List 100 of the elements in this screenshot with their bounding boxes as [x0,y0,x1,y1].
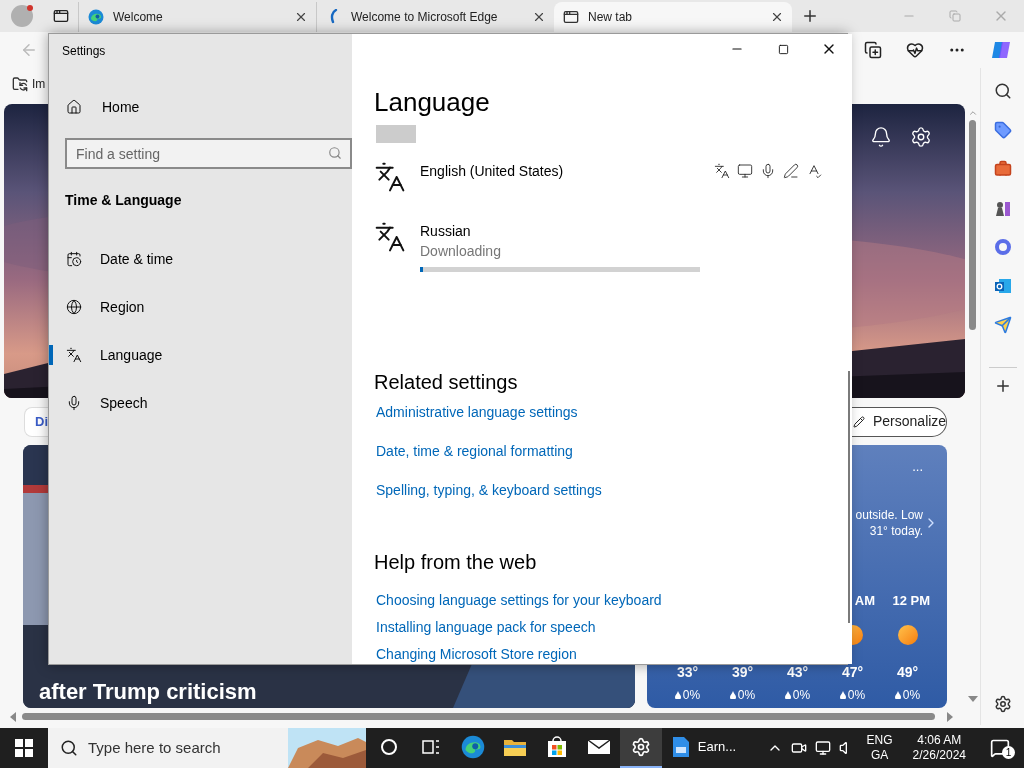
chip[interactable]: Di [24,406,48,437]
language-status: Downloading [420,242,502,261]
chess-pieces-icon[interactable] [993,199,1012,217]
copilot-icon[interactable] [990,39,1012,61]
edge-logo-icon [88,9,104,25]
profile-avatar[interactable] [11,5,33,27]
ring-logo-icon[interactable] [993,238,1012,256]
tab-actions-icon[interactable] [53,8,69,24]
tag-icon[interactable] [993,121,1012,139]
taskbar-icon[interactable] [620,728,662,768]
section-heading: Related settings [374,370,519,395]
personalize-button[interactable]: Personalize [851,406,947,437]
link[interactable]: Choosing language settings for your keyboard [376,590,662,610]
precipitation: 0% [792,687,811,703]
network-icon[interactable] [814,740,831,756]
input-language[interactable]: ENG GA [862,733,897,763]
link[interactable]: Administrative language settings [376,402,578,422]
nav-item[interactable]: Speech [49,379,352,427]
collections-icon[interactable] [864,41,882,59]
tab-title: Welcome to Microsoft Edge [351,9,499,26]
pencil-icon [853,415,865,428]
temperature: 39° [731,663,754,681]
new-tab-icon[interactable] [801,7,819,25]
search-icon[interactable] [993,82,1012,100]
scrollbar-thumb[interactable] [969,120,976,330]
raindrop-icon [894,691,901,699]
scroll-right-icon[interactable] [947,711,953,722]
raindrop-icon [729,691,736,699]
maximize-icon[interactable] [777,43,789,55]
search-icon [328,146,342,160]
language-icon [66,347,82,363]
favorites-item[interactable]: Im [32,75,46,93]
close-icon[interactable] [532,10,546,24]
language-icon [714,163,730,179]
link[interactable]: Spelling, typing, & keyboard settings [376,480,602,500]
weather-summary: outside. Low [855,507,923,523]
temperature: 33° [676,663,699,681]
tab-title: Welcome [113,9,164,26]
weather-summary: 31° today. [869,523,923,539]
settings-icon[interactable] [993,695,1012,713]
send-icon[interactable] [993,316,1012,334]
precipitation: 0% [682,687,701,703]
globe-icon [66,299,82,315]
settings-icon [631,737,651,757]
scrollbar-thumb[interactable] [22,713,935,720]
task-view-icon [421,738,441,756]
news-headline: after Trump criticism [39,678,257,706]
page-title: Language [374,86,491,118]
precipitation: 0% [847,687,866,703]
precipitation: 0% [902,687,921,703]
hour-label: AM [854,593,876,609]
start-icon[interactable] [15,739,33,757]
nav-item[interactable]: Date & time [49,235,352,283]
store-bag-icon [546,736,568,758]
hour-label: 12 PM [892,593,931,609]
language-icon [374,221,406,253]
home-icon [66,99,82,115]
microphone-icon [760,163,776,179]
scroll-down-icon[interactable] [967,696,978,702]
nav-item[interactable]: Region [49,283,352,331]
scroll-left-icon[interactable] [10,711,16,722]
toolbox-icon[interactable] [993,160,1012,178]
notification-count: 1 [1002,746,1015,759]
monitor-icon [737,163,753,179]
taskbar-search-field[interactable]: Type here to search [48,728,366,768]
search-field[interactable]: Find a setting [65,138,352,169]
scrollbar-thumb[interactable] [848,371,850,623]
swirl-icon [329,9,339,25]
microphone-icon [66,395,82,411]
link[interactable]: Changing Microsoft Store region [376,644,577,664]
mail-app-icon[interactable] [993,277,1012,295]
nav-item[interactable]: Language [49,331,352,379]
language-name[interactable]: Russian [420,221,700,241]
language-name[interactable]: English (United States) [420,161,700,181]
more-button[interactable]: ... [912,457,923,477]
edge-logo-icon [461,735,485,759]
precipitation: 0% [737,687,756,703]
browser-tab[interactable]: New tab [554,2,792,32]
section-heading: Help from the web [374,550,538,575]
placeholder: Type here to search [88,737,221,758]
calendar-clock-icon [66,251,82,267]
spellcheck-icon [806,163,822,179]
temperature: 49° [896,663,919,681]
close-icon[interactable] [770,10,784,24]
close-icon[interactable] [294,10,308,24]
taskbar-app[interactable]: Earn... [662,728,746,768]
clock[interactable]: 4:06 AM 2/26/2024 [904,733,974,763]
search-icon [60,739,78,757]
language-icon [374,161,406,193]
pen-icon [783,163,799,179]
nav-item[interactable]: Home [49,95,352,119]
heart-pulse-icon[interactable] [906,41,924,59]
section-title: Time & Language [65,191,183,210]
camera-icon[interactable] [790,740,807,756]
document-icon [671,736,690,758]
settings-icon[interactable] [910,126,932,148]
link[interactable]: Date, time & regional formatting [376,441,573,461]
new-tab-icon [563,9,579,25]
link[interactable]: Installing language pack for speech [376,617,596,637]
notifications-icon[interactable] [870,126,892,148]
